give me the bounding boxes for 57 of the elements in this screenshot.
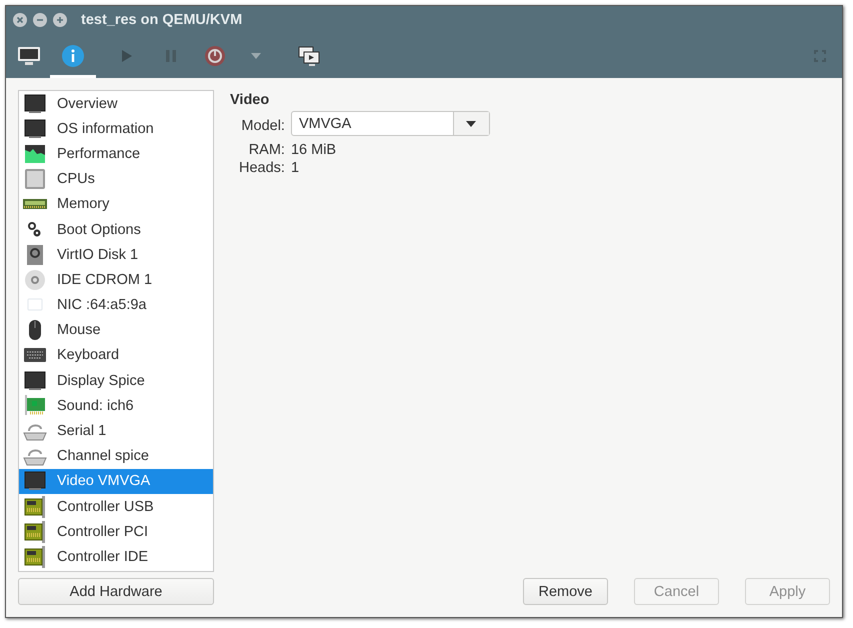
chip-icon [24,168,46,190]
memory-icon [23,198,47,210]
gears-icon [28,222,42,238]
hardware-item[interactable]: OS information [19,116,213,142]
caret-icon [251,53,261,59]
hardware-item[interactable]: Channel spice [19,444,213,469]
hardware-item[interactable]: NIC :64:a5:9a [19,292,213,318]
model-dropdown[interactable]: VMVGA [290,111,490,136]
close-icon[interactable] [13,13,27,27]
monitor-icon [24,94,46,114]
hardware-item[interactable]: IDE CDROM 1 [19,267,213,292]
hardware-item[interactable]: Controller PCI [19,519,213,544]
maximize-icon[interactable] [53,13,67,27]
expansion-card-icon [24,496,46,518]
network-icon [27,298,43,312]
hardware-item[interactable]: Performance [19,141,213,167]
sound-card-icon [24,394,46,417]
hardware-item[interactable]: Controller USB [19,494,213,520]
dialog-button[interactable]: Remove [523,578,608,605]
minimize-icon[interactable] [33,13,47,27]
monitor-icon [24,118,46,139]
expansion-card-icon [24,546,46,568]
hardware-item[interactable]: Video VMVGA [19,468,213,494]
field-value: 1 [290,160,300,176]
pause-icon [165,49,177,63]
screens-icon [298,46,320,66]
info-icon [62,45,84,67]
hardware-item[interactable]: Serial 1 [19,418,213,444]
section-heading: Video [230,92,270,108]
power-icon [204,45,226,67]
hardware-item[interactable]: Keyboard [19,342,213,368]
monitor-icon [24,370,46,391]
hardware-item[interactable]: CPUs [19,166,213,192]
add-hardware-button[interactable]: Add Hardware [18,578,214,605]
keyboard-icon [24,348,46,362]
play-icon [121,49,133,63]
disc-icon [25,270,45,290]
fullscreen-icon [814,50,826,62]
hardware-item[interactable]: Controller IDE [19,544,213,570]
hardware-item[interactable]: Sound: ich6 [19,393,213,418]
hardware-item[interactable]: Display Spice [19,368,213,394]
caret-icon [466,120,476,126]
mouse-icon [28,319,42,342]
hardware-item[interactable]: Mouse [19,318,213,343]
monitor-icon [24,471,46,492]
field-label: Model: [240,118,285,134]
window-title: test_res on QEMU/KVM [81,12,242,28]
hardware-item[interactable]: Memory [19,192,213,217]
hardware-item[interactable]: Boot Options [19,216,213,242]
expansion-card-icon [24,520,46,543]
hardware-item[interactable]: VirtIO Disk 1 [19,242,213,268]
field-value: 16 MiB [290,142,338,158]
field-label: RAM: [248,142,285,158]
chart-icon [24,144,46,164]
field-label: Heads: [239,160,285,176]
monitor-icon [17,46,41,66]
hardware-item[interactable]: Overview [19,91,213,116]
